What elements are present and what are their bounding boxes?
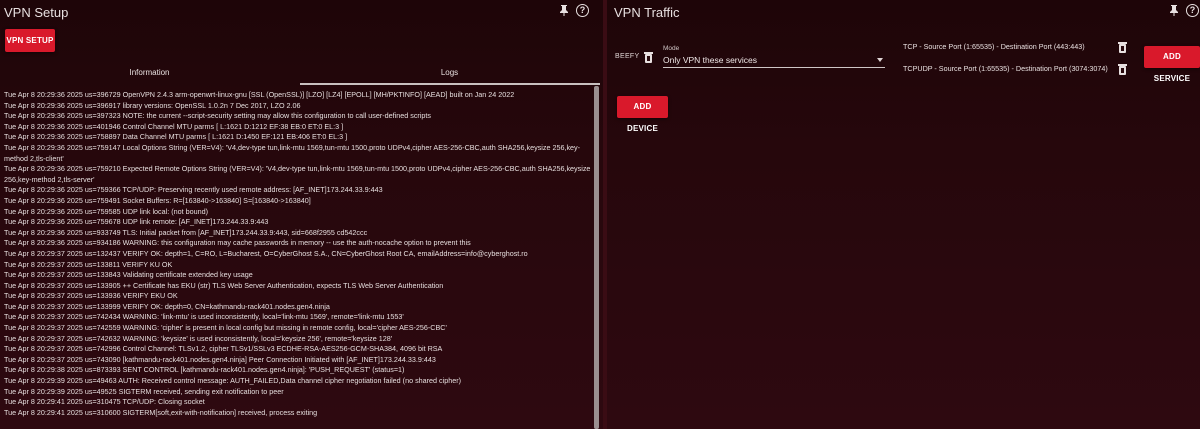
log-line: Tue Apr 8 20:29:37 2025 us=742632 WARNIN… bbox=[4, 333, 393, 343]
service-rule: TCP - Source Port (1:65535) - Destinatio… bbox=[903, 42, 1085, 51]
vpn-traffic-panel: VPN Traffic ? BEEFY Mode Only VPN these … bbox=[607, 0, 1200, 429]
log-line: Tue Apr 8 20:29:36 2025 us=759585 UDP li… bbox=[4, 206, 208, 216]
trash-icon[interactable] bbox=[1118, 64, 1127, 75]
help-icon[interactable]: ? bbox=[576, 4, 590, 18]
log-line: Tue Apr 8 20:29:36 2025 us=759210 Expect… bbox=[4, 164, 591, 184]
log-line: Tue Apr 8 20:29:37 2025 us=742434 WARNIN… bbox=[4, 312, 404, 322]
log-line: Tue Apr 8 20:29:37 2025 us=742559 WARNIN… bbox=[4, 323, 447, 333]
log-line: Tue Apr 8 20:29:36 2025 us=933749 TLS: I… bbox=[4, 227, 368, 237]
panel-title: VPN Traffic bbox=[614, 5, 680, 20]
log-line: Tue Apr 8 20:29:37 2025 us=742996 Contro… bbox=[4, 344, 443, 354]
log-line: Tue Apr 8 20:29:38 2025 us=873393 SENT C… bbox=[4, 365, 405, 375]
tab-logs[interactable]: Logs bbox=[300, 62, 599, 84]
log-line: Tue Apr 8 20:29:37 2025 us=133936 VERIFY… bbox=[4, 291, 178, 301]
log-line: Tue Apr 8 20:29:36 2025 us=397323 NOTE: … bbox=[4, 111, 432, 121]
trash-icon[interactable] bbox=[1118, 42, 1127, 53]
vpn-setup-panel: VPN Setup ? VPN SETUP Information Logs T… bbox=[0, 0, 603, 429]
log-line: Tue Apr 8 20:29:36 2025 us=759491 Socket… bbox=[4, 195, 311, 205]
add-device-button[interactable]: ADD DEVICE bbox=[617, 96, 668, 133]
log-line: Tue Apr 8 20:29:36 2025 us=759678 UDP li… bbox=[4, 217, 269, 227]
tab-bar: Information Logs bbox=[0, 62, 603, 85]
log-line: Tue Apr 8 20:29:37 2025 us=133843 Valida… bbox=[4, 270, 253, 280]
log-line: Tue Apr 8 20:29:37 2025 us=743090 [kathm… bbox=[4, 354, 436, 364]
log-scrollbar[interactable] bbox=[594, 86, 599, 429]
chevron-down-icon[interactable] bbox=[877, 58, 883, 62]
device-tag: BEEFY bbox=[615, 53, 640, 60]
mode-select-underline bbox=[663, 67, 885, 68]
log-line: Tue Apr 8 20:29:37 2025 us=133905 ++ Cer… bbox=[4, 280, 444, 290]
log-line: Tue Apr 8 20:29:41 2025 us=310475 TCP/UD… bbox=[4, 397, 205, 407]
mode-select[interactable]: Only VPN these services bbox=[663, 55, 757, 65]
service-rule: TCPUDP - Source Port (1:65535) - Destina… bbox=[903, 64, 1108, 73]
panel-title: VPN Setup bbox=[4, 5, 69, 20]
log-line: Tue Apr 8 20:29:41 2025 us=310600 SIGTER… bbox=[4, 407, 318, 417]
pin-icon[interactable] bbox=[1167, 4, 1181, 18]
log-line: Tue Apr 8 20:29:37 2025 us=132437 VERIFY… bbox=[4, 248, 528, 258]
mode-label: Mode bbox=[663, 45, 680, 52]
active-tab-indicator bbox=[300, 83, 600, 85]
log-line: Tue Apr 8 20:29:36 2025 us=401946 Contro… bbox=[4, 121, 344, 131]
log-line: Tue Apr 8 20:29:36 2025 us=934186 WARNIN… bbox=[4, 238, 471, 248]
log-line: Tue Apr 8 20:29:36 2025 us=396917 librar… bbox=[4, 100, 301, 110]
add-service-button[interactable]: ADD SERVICE bbox=[1144, 46, 1200, 83]
log-line: Tue Apr 8 20:29:36 2025 us=758897 Data C… bbox=[4, 132, 348, 142]
vpn-setup-button[interactable]: VPN SETUP bbox=[5, 29, 55, 52]
log-line: Tue Apr 8 20:29:36 2025 us=396729 OpenVP… bbox=[4, 90, 515, 99]
trash-icon[interactable] bbox=[644, 52, 653, 63]
help-icon[interactable]: ? bbox=[1186, 4, 1200, 18]
log-line: Tue Apr 8 20:29:36 2025 us=759147 Local … bbox=[4, 142, 581, 163]
log-line: Tue Apr 8 20:29:37 2025 us=133811 VERIFY… bbox=[4, 259, 173, 269]
log-line: Tue Apr 8 20:29:39 2025 us=49463 AUTH: R… bbox=[4, 376, 462, 386]
log-line: Tue Apr 8 20:29:36 2025 us=759366 TCP/UD… bbox=[4, 185, 383, 195]
log-line: Tue Apr 8 20:29:39 2025 us=49525 SIGTERM… bbox=[4, 386, 284, 396]
pin-icon[interactable] bbox=[557, 4, 571, 18]
tab-information[interactable]: Information bbox=[0, 62, 299, 84]
log-line: Tue Apr 8 20:29:37 2025 us=133999 VERIFY… bbox=[4, 301, 330, 311]
log-output: Tue Apr 8 20:29:36 2025 us=396729 OpenVP… bbox=[4, 90, 594, 429]
